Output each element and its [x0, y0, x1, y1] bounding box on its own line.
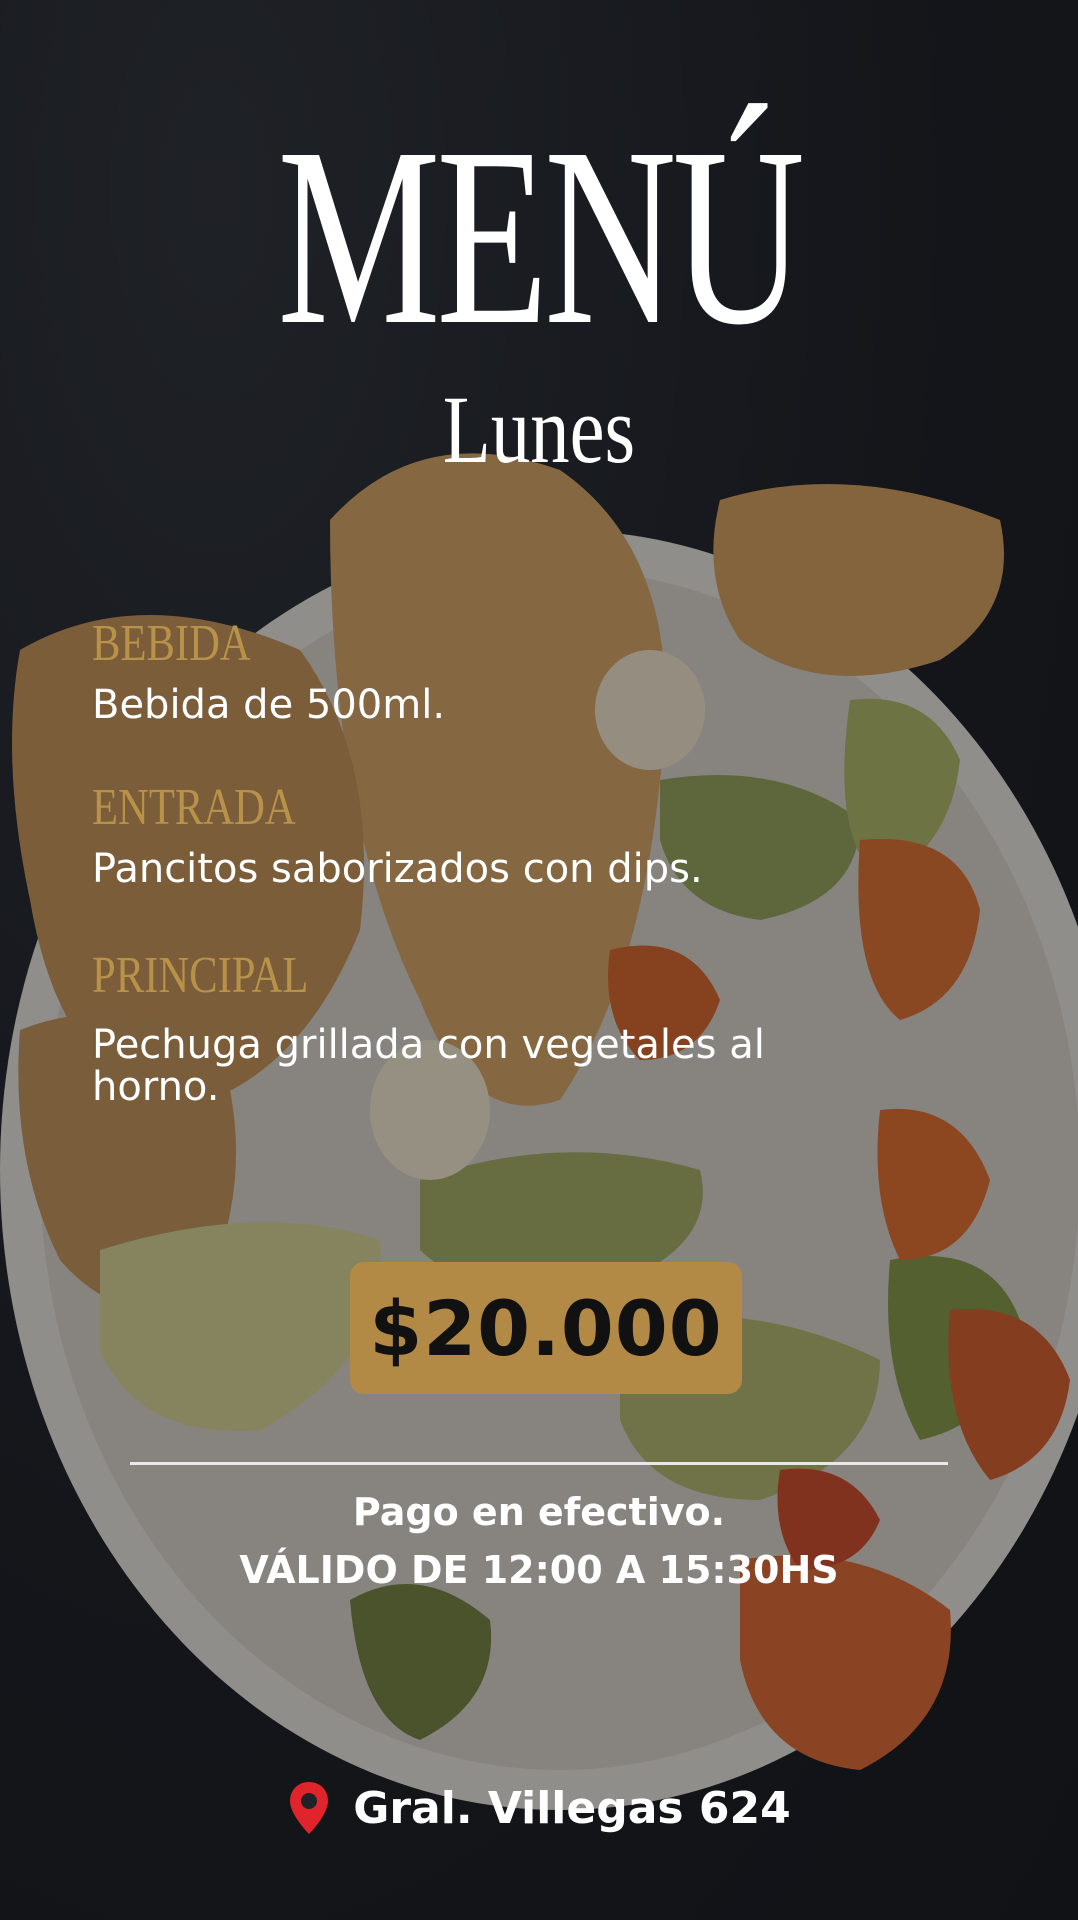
- address-text: Gral. Villegas 624: [353, 1782, 791, 1834]
- section-description: Bebida de 500ml.: [92, 682, 446, 728]
- location-row: Gral. Villegas 624: [0, 1780, 1078, 1836]
- section-heading: ENTRADA: [92, 779, 296, 836]
- section-description: Pechuga grillada con vegetales al horno.: [92, 1022, 765, 1110]
- price-badge: $20.000: [350, 1262, 742, 1394]
- section-heading: PRINCIPAL: [92, 947, 309, 1004]
- section-heading: BEBIDA: [92, 615, 251, 672]
- hours-note: VÁLIDO DE 12:00 A 15:30HS: [239, 1548, 839, 1592]
- section-principal: PRINCIPAL Pechuga grillada con vegetales…: [92, 947, 892, 1110]
- section-entrada: ENTRADA Pancitos saborizados con dips.: [92, 779, 1012, 892]
- section-description: Pancitos saborizados con dips.: [92, 846, 703, 892]
- payment-note: Pago en efectivo.: [352, 1490, 726, 1534]
- map-pin-icon: [290, 1782, 329, 1834]
- divider: [130, 1462, 948, 1465]
- price-value: $20.000: [369, 1283, 723, 1373]
- section-bebida: BEBIDA Bebida de 500ml.: [92, 615, 1012, 728]
- day-subtitle: Lunes: [442, 376, 636, 483]
- menu-title: MENÚ: [277, 96, 805, 378]
